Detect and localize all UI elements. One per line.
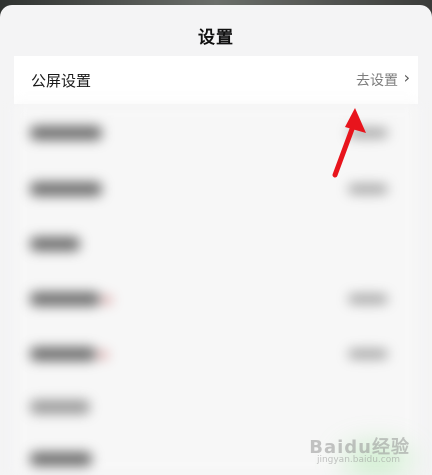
blurred-label (30, 182, 102, 196)
setting-row-public-screen[interactable]: 公屏设置 去设置 › (14, 56, 418, 104)
sheet-title: 设置 (198, 28, 234, 48)
watermark-sub: jingyan.baidu.com (316, 455, 400, 465)
blurred-value (348, 294, 388, 304)
blurred-label (30, 400, 90, 414)
blurred-row (14, 382, 418, 434)
blurred-label (30, 292, 100, 306)
blurred-row (14, 274, 418, 326)
chevron-right-icon: › (403, 68, 410, 87)
watermark-logo: Baidu经验 jingyan.baidu.com (309, 433, 410, 465)
blurred-value (348, 349, 388, 359)
blurred-label (30, 237, 80, 251)
blurred-value (348, 184, 388, 194)
blurred-row (14, 329, 418, 381)
blurred-accent (98, 351, 108, 359)
blurred-row (14, 219, 418, 271)
settings-sheet: 设置 公屏设置 去设置 › Baidu经验 jingyan.baidu.com (0, 5, 432, 475)
red-arrow-annotation (332, 108, 366, 178)
blurred-label (30, 126, 102, 140)
blurred-label (30, 347, 96, 361)
go-settings-link[interactable]: 去设置 (356, 70, 398, 90)
setting-row-label: 公屏设置 (31, 72, 92, 90)
blurred-accent (102, 296, 112, 304)
blurred-label (30, 452, 92, 466)
